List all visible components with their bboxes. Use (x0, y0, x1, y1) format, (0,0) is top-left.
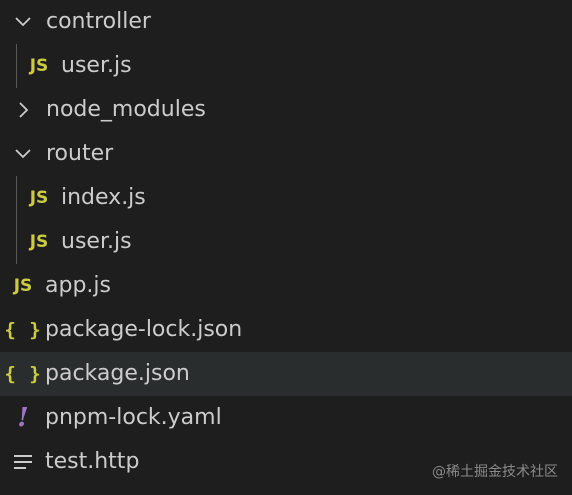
tree-item-label: user.js (61, 229, 132, 254)
javascript-file-icon: JS (29, 188, 49, 208)
tree-item-node-modules-folder[interactable]: node_modules (0, 88, 572, 132)
tree-item-label: node_modules (46, 97, 206, 122)
text-file-icon (8, 440, 38, 484)
chevron-right-icon[interactable] (8, 88, 38, 132)
tree-item-user-js[interactable]: JS user.js (0, 44, 572, 88)
json-file-icon: { } (4, 319, 42, 341)
tree-item-label: package.json (45, 361, 190, 386)
tree-item-label: package-lock.json (45, 317, 243, 342)
watermark-text: @稀土掘金技术社区 (432, 464, 558, 480)
json-file-icon: { } (4, 363, 42, 385)
tree-item-label: router (46, 141, 114, 166)
tree-item-router-folder[interactable]: router (0, 132, 572, 176)
tree-item-controller-folder[interactable]: controller (0, 0, 572, 44)
indent-guide (16, 220, 17, 264)
javascript-file-icon: JS (29, 232, 49, 252)
javascript-file-icon: JS (29, 56, 49, 76)
tree-item-label: test.http (45, 449, 140, 474)
chevron-down-icon[interactable] (8, 132, 38, 176)
tree-item-app-js[interactable]: JS app.js (0, 264, 572, 308)
tree-item-pnpm-lock-yaml[interactable]: ! pnpm-lock.yaml (0, 396, 572, 440)
tree-item-index-js[interactable]: JS index.js (0, 176, 572, 220)
tree-item-label: pnpm-lock.yaml (45, 405, 222, 430)
tree-item-package-lock-json[interactable]: { } package-lock.json (0, 308, 572, 352)
indent-guide (16, 44, 17, 88)
tree-item-label: controller (46, 9, 151, 34)
tree-item-label: app.js (45, 273, 111, 298)
tree-item-package-json[interactable]: { } package.json (0, 352, 572, 396)
file-explorer: controller JS user.js node_modules route… (0, 0, 572, 495)
indent-guide (16, 176, 17, 220)
chevron-down-icon[interactable] (8, 0, 38, 44)
javascript-file-icon: JS (13, 276, 33, 296)
yaml-file-icon: ! (17, 403, 29, 433)
tree-item-label: index.js (61, 185, 146, 210)
tree-item-label: user.js (61, 53, 132, 78)
tree-item-user-js[interactable]: JS user.js (0, 220, 572, 264)
